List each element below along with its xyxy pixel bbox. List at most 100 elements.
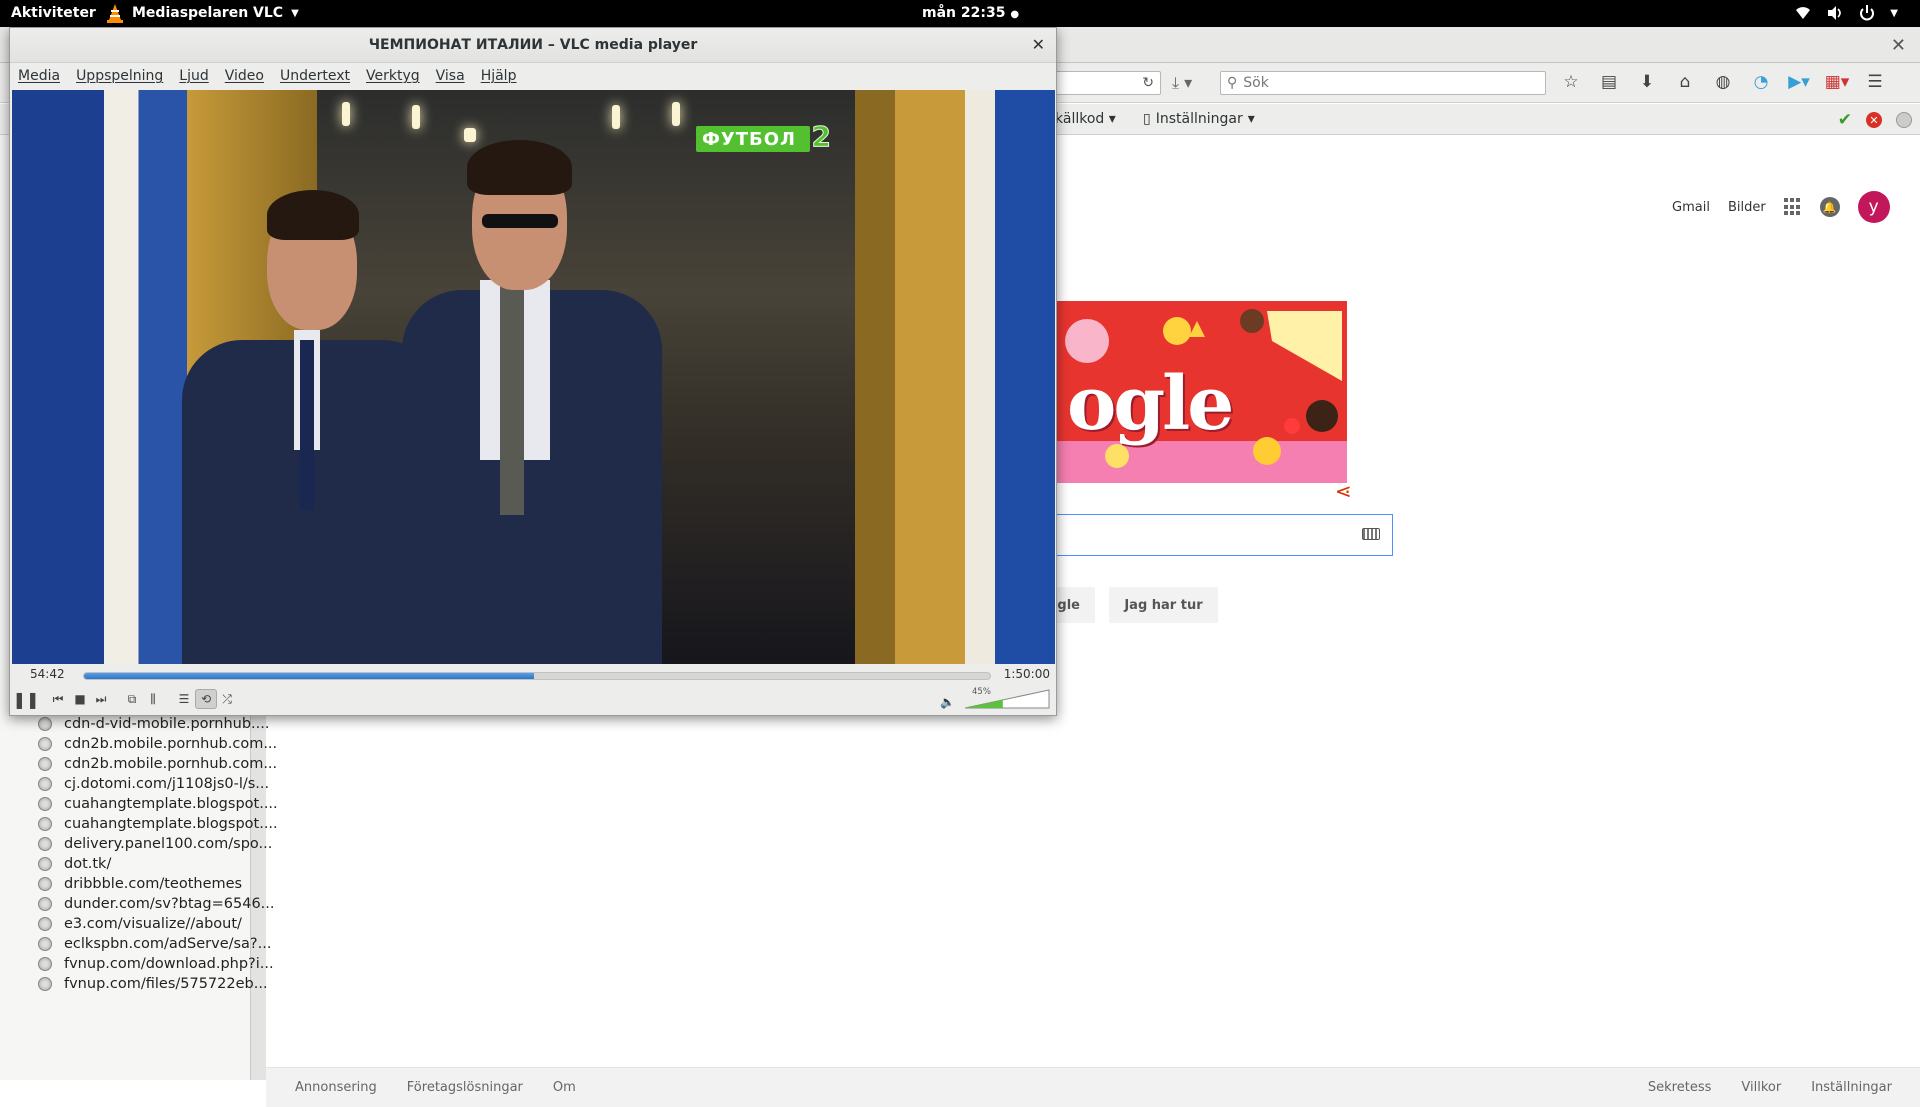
footer-link-terms[interactable]: Villkor — [1741, 1080, 1781, 1095]
sync-icon[interactable]: ◔ — [1750, 71, 1772, 93]
reload-icon[interactable]: ↻ — [1142, 75, 1154, 91]
notifications-bell-icon[interactable]: 🔔 — [1819, 197, 1840, 217]
menu-audio[interactable]: Ljud — [179, 68, 208, 84]
controls-row: ❚❚ ⏮ ■ ⏭ ⧉ ⫼ ☰ ⟲ ⤮ 🔈 45% — [10, 684, 1056, 714]
chat-icon[interactable]: ◍ — [1712, 71, 1734, 93]
google-search-input[interactable] — [1057, 514, 1393, 556]
history-item[interactable]: cuahangtemplate.blogspot.... — [38, 814, 278, 834]
history-item[interactable]: cuahangtemplate.blogspot.... — [38, 794, 278, 814]
share-icon[interactable]: ⋖ — [1335, 479, 1352, 503]
menu-view[interactable]: Visa — [436, 68, 465, 84]
system-status-area[interactable]: ▼ — [1794, 4, 1898, 22]
doodle-text: ogle — [1067, 361, 1234, 447]
addon-icon[interactable]: ▶▾ — [1788, 71, 1810, 93]
ceiling-light — [412, 105, 420, 129]
bookmark-settings[interactable]: ▯ Inställningar ▾ — [1143, 111, 1255, 127]
menu-media[interactable]: Media — [18, 68, 60, 84]
history-item-label: dunder.com/sv?btag=6546... — [64, 896, 275, 912]
avatar[interactable]: y — [1857, 191, 1890, 223]
toolbar-icons: ☆ ▤ ⬇ ⌂ ◍ ◔ ▶▾ ▦▾ ☰ — [1560, 71, 1886, 93]
app-menu[interactable]: Mediaspelaren VLC ▼ — [106, 3, 299, 23]
apps-grid-icon[interactable] — [1783, 198, 1802, 216]
keyboard-icon[interactable] — [1362, 528, 1380, 540]
volume-speaker-icon[interactable]: 🔈 — [940, 695, 955, 709]
block-icon[interactable]: ✕ — [1866, 112, 1882, 128]
history-item[interactable]: e3.com/visualize//about/ — [38, 914, 278, 934]
loop-button[interactable]: ⟲ — [195, 689, 217, 709]
globe-icon — [38, 877, 52, 891]
clock[interactable]: mån 22:35 ● — [922, 5, 1019, 21]
stop-button[interactable]: ■ — [72, 689, 88, 709]
lucky-button[interactable]: Jag har tur — [1109, 587, 1218, 623]
history-item[interactable]: fvnup.com/download.php?i... — [38, 954, 278, 974]
extended-settings-button[interactable]: ⫼ — [145, 689, 161, 709]
total-time[interactable]: 1:50:00 — [1004, 667, 1050, 681]
globe-icon — [38, 897, 52, 911]
history-item[interactable]: delivery.panel100.com/spo... — [38, 834, 278, 854]
globe-icon — [38, 977, 52, 991]
ceiling-light — [612, 105, 620, 129]
close-icon[interactable]: ✕ — [1891, 35, 1906, 56]
extension-icon[interactable]: ▦▾ — [1825, 71, 1850, 93]
history-item[interactable]: cj.dotomi.com/j1108js0-l/s... — [38, 774, 278, 794]
addon-status-icons: ✔ ✕ — [1838, 110, 1912, 130]
pause-button[interactable]: ❚❚ — [13, 689, 40, 709]
elapsed-time[interactable]: 54:42 — [30, 667, 65, 681]
menu-help[interactable]: Hjälp — [481, 68, 517, 84]
history-item-label: cuahangtemplate.blogspot.... — [64, 796, 278, 812]
history-item[interactable]: cdn2b.mobile.pornhub.com... — [38, 734, 278, 754]
fullscreen-button[interactable]: ⧉ — [124, 689, 140, 709]
search-input[interactable]: ⚲ Sök — [1220, 71, 1546, 95]
history-item[interactable]: dribbble.com/teothemes — [38, 874, 278, 894]
vlc-titlebar[interactable]: ЧЕМПИОНАТ ИТАЛИИ – VLC media player ✕ — [10, 28, 1056, 63]
ceiling-light — [342, 102, 350, 126]
history-item-label: e3.com/visualize//about/ — [64, 916, 242, 932]
footer-link-business[interactable]: Företagslösningar — [407, 1080, 523, 1095]
download-icon[interactable]: ⤓ ▾ — [1172, 73, 1192, 93]
vlc-cone-icon — [107, 4, 123, 23]
menu-subtitle[interactable]: Undertext — [280, 68, 350, 84]
history-item[interactable]: cdn2b.mobile.pornhub.com... — [38, 754, 278, 774]
history-item[interactable]: dot.tk/ — [38, 854, 278, 874]
history-item[interactable]: eclkspbn.com/adServe/sa?... — [38, 934, 278, 954]
menu-tools[interactable]: Verktyg — [366, 68, 420, 84]
video-sunglasses — [482, 214, 558, 228]
url-bar[interactable]: ↻ — [1040, 71, 1161, 95]
shuffle-button[interactable]: ⤮ — [219, 689, 235, 709]
reading-list-icon[interactable]: ▤ — [1598, 71, 1620, 93]
bookmark-star-icon[interactable]: ☆ — [1560, 71, 1582, 93]
wifi-icon — [1796, 7, 1811, 19]
menu-video[interactable]: Video — [225, 68, 264, 84]
google-doodle[interactable]: ogle — [1057, 301, 1347, 483]
downloads-arrow-icon[interactable]: ⬇ — [1636, 71, 1658, 93]
checkmark-icon[interactable]: ✔ — [1838, 110, 1852, 130]
footer-link-about[interactable]: Om — [553, 1080, 576, 1095]
video-output[interactable]: ФУТБОЛ 2 — [12, 90, 1055, 664]
tv-logo-text: ФУТБОЛ — [702, 128, 796, 150]
next-button[interactable]: ⏭ — [93, 689, 109, 709]
history-item[interactable]: fvnup.com/files/575722eb... — [38, 974, 278, 994]
seek-slider[interactable] — [83, 672, 991, 680]
gmail-link[interactable]: Gmail — [1672, 200, 1710, 215]
home-icon[interactable]: ⌂ — [1674, 71, 1696, 93]
ceiling-light — [672, 102, 680, 126]
volume-icon — [1828, 6, 1842, 20]
globe-icon — [38, 717, 52, 731]
history-item[interactable]: dunder.com/sv?btag=6546... — [38, 894, 278, 914]
bookmark-source[interactable]: källkod ▾ — [1055, 111, 1116, 127]
history-item[interactable]: cdn-d-vid-mobile.pornhub.... — [38, 714, 278, 734]
circle-icon[interactable] — [1896, 112, 1912, 128]
playlist-button[interactable]: ☰ — [176, 689, 192, 709]
gnome-top-bar: Aktiviteter Mediaspelaren VLC ▼ mån 22:3… — [0, 0, 1920, 27]
footer-link-privacy[interactable]: Sekretess — [1648, 1080, 1711, 1095]
hamburger-menu-icon[interactable]: ☰ — [1864, 71, 1886, 93]
menu-playback[interactable]: Uppspelning — [76, 68, 163, 84]
activities-button[interactable]: Aktiviteter — [11, 5, 96, 21]
history-item-label: cj.dotomi.com/j1108js0-l/s... — [64, 776, 270, 792]
previous-button[interactable]: ⏮ — [50, 689, 66, 709]
video-tie-left — [300, 340, 314, 510]
footer-link-advertising[interactable]: Annonsering — [295, 1080, 377, 1095]
footer-link-settings[interactable]: Inställningar — [1811, 1080, 1892, 1095]
images-link[interactable]: Bilder — [1728, 200, 1766, 215]
close-icon[interactable]: ✕ — [1032, 35, 1045, 54]
